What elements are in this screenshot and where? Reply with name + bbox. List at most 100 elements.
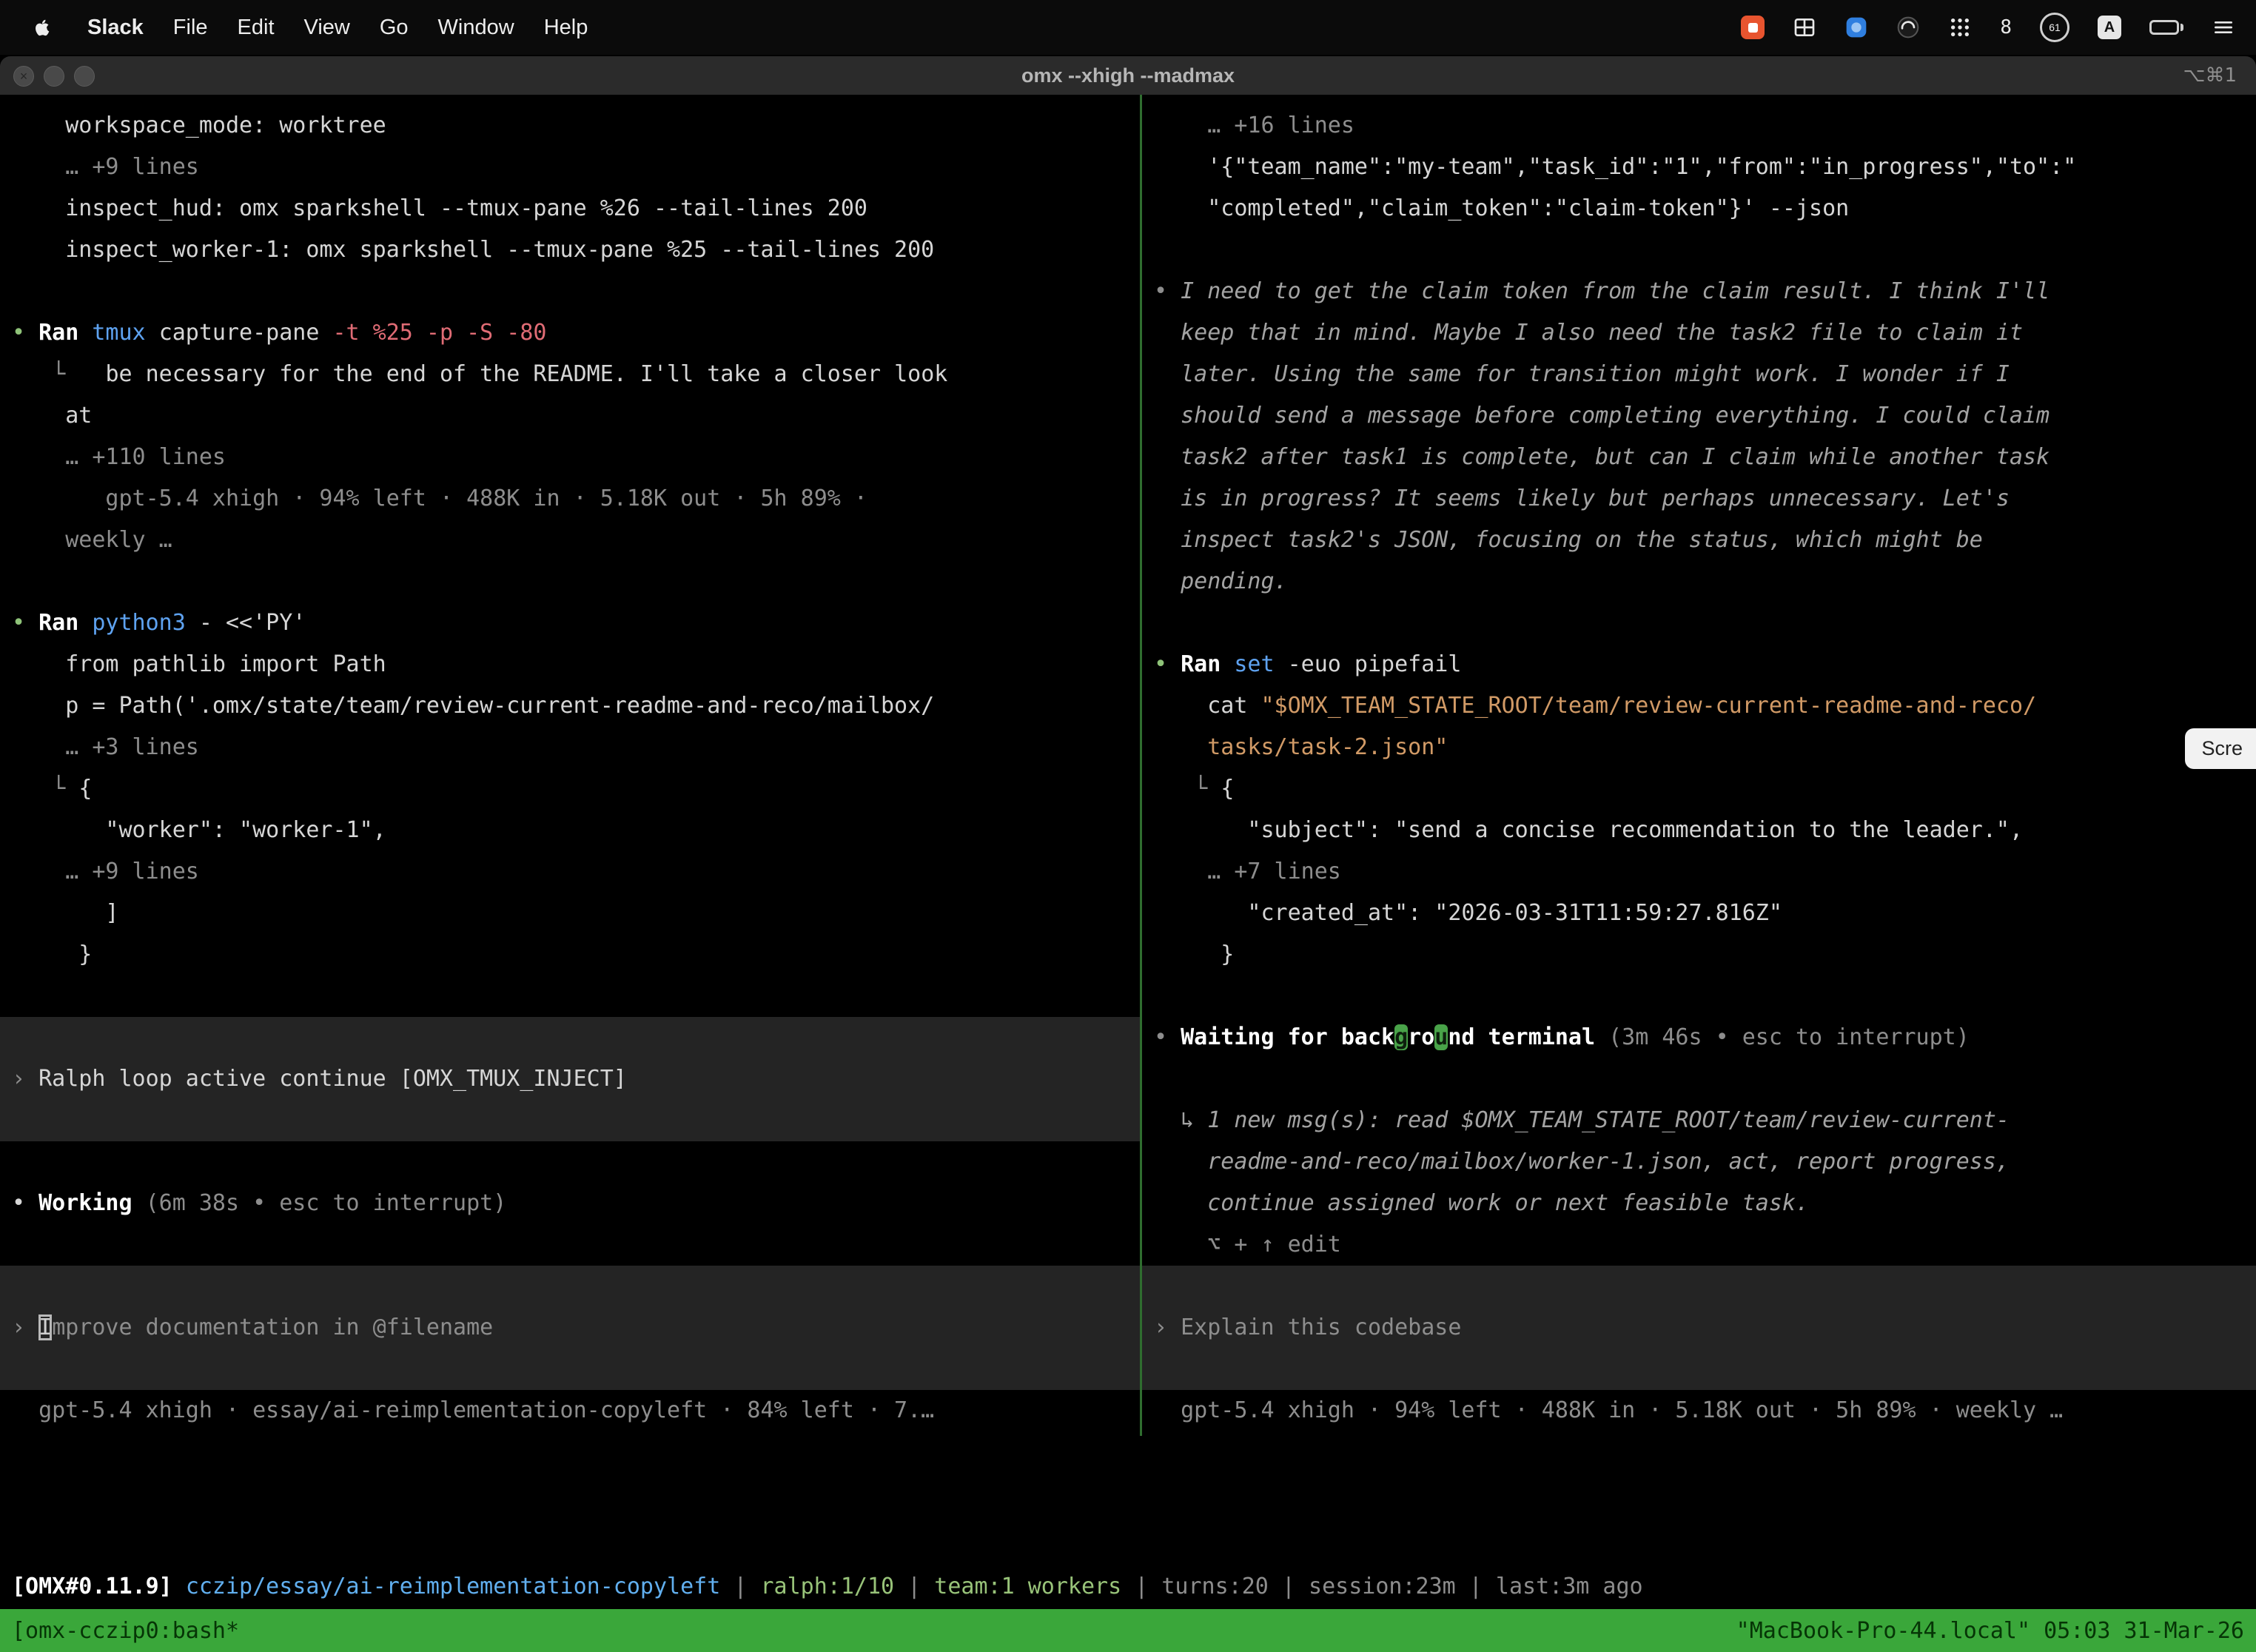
terminal-row (0, 1224, 1140, 1266)
terminal-text-segment: "subject": "send a concise recommendatio… (1154, 817, 2023, 843)
terminal-pane-right: … +16 lines '{"team_name":"my-team","tas… (1142, 95, 2256, 1431)
terminal-row: … +16 lines (1142, 105, 2256, 147)
status-segment: | (720, 1574, 760, 1599)
terminal-row: workspace_mode: worktree (0, 105, 1140, 147)
menu-item-view[interactable]: View (289, 0, 365, 55)
tmux-status-bar: [omx-cczip0:bash* "MacBook-Pro-44.local"… (0, 1609, 2256, 1652)
prompt-row[interactable]: › Explain this codebase (1142, 1307, 2256, 1349)
terminal-text-segment: at (12, 403, 92, 429)
grid-icon[interactable] (1793, 15, 1816, 40)
terminal-text-segment: Waiting for back (1181, 1024, 1394, 1050)
menu-lines-icon[interactable] (2212, 15, 2235, 40)
apple-menu[interactable] (18, 0, 67, 55)
dots-grid-icon[interactable] (1948, 15, 1972, 40)
terminal-text-segment: … +16 lines (1154, 113, 1354, 138)
terminal-row: • Ran tmux capture-pane -t %25 -p -S -80 (0, 312, 1140, 354)
terminal-row: ↳ 1 new msg(s): read $OMX_TEAM_STATE_ROO… (1142, 1100, 2256, 1141)
terminal-text-segment: weekly … (12, 527, 172, 553)
terminal-text-segment: tasks/task-2.json" (1154, 734, 1448, 760)
minimize-button[interactable] (44, 66, 64, 87)
terminal-row: ⌥ + ↑ edit (1142, 1224, 2256, 1266)
status-segment: | (1269, 1574, 1309, 1599)
terminal-row: pending. (1142, 561, 2256, 602)
terminal-row: readme-and-reco/mailbox/worker-1.json, a… (1142, 1141, 2256, 1183)
terminal-row: • Ran set -euo pipefail (1142, 644, 2256, 685)
terminal-text-segment: inspect_worker-1: omx sparkshell --tmux-… (12, 237, 934, 263)
terminal-row: gpt-5.4 xhigh · 94% left · 488K in · 5.1… (0, 478, 1140, 520)
window-title-bar[interactable]: × omx --xhigh --madmax ⌥⌘1 (0, 56, 2256, 95)
prompt-row-padding[interactable] (0, 1017, 1140, 1058)
window-shortcut-badge: ⌥⌘1 (2183, 64, 2237, 87)
terminal-text-segment: … +9 lines (12, 154, 199, 180)
swirl-icon[interactable] (1896, 15, 1920, 40)
prompt-row[interactable]: › Improve documentation in @filename (0, 1307, 1140, 1349)
status-segment: session:23m (1309, 1574, 1456, 1599)
terminal-row: is in progress? It seems likely but perh… (1142, 478, 2256, 520)
screen-share-popover[interactable]: Scre (2185, 728, 2256, 769)
terminal-row: • Ran python3 - <<'PY' (0, 602, 1140, 644)
terminal-row: tasks/task-2.json" (1142, 727, 2256, 768)
terminal-text-segment: { (78, 776, 92, 802)
terminal-row (0, 1141, 1140, 1183)
input-source-a-icon[interactable]: A (2098, 15, 2121, 40)
terminal-text-segment: "completed","claim_token":"claim-token"}… (1154, 195, 1849, 221)
terminal-text-segment: gpt-5.4 xhigh · essay/ai-reimplementatio… (12, 1397, 934, 1423)
blue-app-icon[interactable] (1844, 15, 1868, 40)
terminal-text-segment: … +3 lines (12, 734, 199, 760)
terminal-text-segment: } (12, 941, 92, 967)
terminal-text-segment: { (1221, 776, 1234, 802)
terminal-text-segment: ] (12, 900, 119, 926)
text-cursor: I (38, 1314, 52, 1340)
menu-item-edit[interactable]: Edit (223, 0, 289, 55)
menu-item-help[interactable]: Help (529, 0, 603, 55)
gauge-61-icon[interactable]: 61 (2040, 15, 2069, 40)
tmux-session-label: [omx-cczip0:bash* (12, 1618, 239, 1644)
menu-item-go[interactable]: Go (365, 0, 423, 55)
prompt-row-padding[interactable] (1142, 1266, 2256, 1307)
terminal-text-segment: Working (38, 1190, 146, 1216)
prompt-row-padding[interactable] (0, 1266, 1140, 1307)
terminal-text-segment: … +9 lines (12, 859, 199, 884)
status-segment: turns:20 (1161, 1574, 1269, 1599)
prompt-row[interactable]: › Ralph loop active continue [OMX_TMUX_I… (0, 1058, 1140, 1100)
terminal-row: should send a message before completing … (1142, 395, 2256, 437)
zoom-button[interactable] (74, 66, 95, 87)
terminal-pane-left: workspace_mode: worktree … +9 lines insp… (0, 95, 1140, 1431)
terminal-row: └ { (1142, 768, 2256, 810)
prompt-row-padding[interactable] (0, 1100, 1140, 1141)
terminal-row (0, 271, 1140, 312)
menu-bar-status-icons: 8 61 A (1741, 15, 2256, 40)
terminal-row: inspect_hud: omx sparkshell --tmux-pane … (0, 188, 1140, 229)
terminal-text-segment: python3 (92, 610, 199, 636)
battery-icon[interactable] (2149, 15, 2183, 40)
terminal-row: weekly … (0, 520, 1140, 561)
menu-item-file[interactable]: File (158, 0, 223, 55)
status-segment: | (1121, 1574, 1161, 1599)
terminal-row: • Waiting for background terminal (3m 46… (1142, 1017, 2256, 1058)
status-segment: [OMX#0.11.9] (12, 1574, 186, 1599)
terminal-text-segment: u (1434, 1024, 1448, 1050)
terminal-text-segment: g (1394, 1024, 1408, 1050)
terminal-row: at (0, 395, 1140, 437)
keyboard-8-icon[interactable]: 8 (2000, 15, 2012, 40)
terminal-text-segment: inspect task2's JSON, focusing on the st… (1154, 527, 1983, 553)
screen-recording-indicator-icon[interactable] (1741, 15, 1765, 40)
terminal-row (0, 561, 1140, 602)
close-button[interactable]: × (13, 66, 34, 87)
terminal-row: ] (0, 893, 1140, 934)
menu-app-name[interactable]: Slack (73, 0, 158, 55)
terminal-text-segment: "$OMX_TEAM_STATE_ROOT/team/review-curren… (1261, 693, 2037, 719)
terminal-row (1142, 229, 2256, 271)
prompt-row-padding[interactable] (1142, 1349, 2256, 1390)
menu-item-window[interactable]: Window (423, 0, 529, 55)
terminal-text-segment: continue assigned work or next feasible … (1154, 1190, 1809, 1216)
terminal-text-segment: is in progress? It seems likely but perh… (1154, 486, 2010, 511)
terminal-text-segment: (6m 38s • esc to interrupt) (146, 1190, 507, 1216)
menu-bar: SlackFileEditViewGoWindowHelp 8 61 A (0, 0, 2256, 55)
status-segment: | (1456, 1574, 1496, 1599)
terminal-text-segment: • (1154, 278, 1181, 304)
terminal-text-segment: ↳ (1154, 1107, 1207, 1133)
terminal-row: "subject": "send a concise recommendatio… (1142, 810, 2256, 851)
menu-bar-left: SlackFileEditViewGoWindowHelp (0, 0, 602, 55)
prompt-row-padding[interactable] (0, 1349, 1140, 1390)
